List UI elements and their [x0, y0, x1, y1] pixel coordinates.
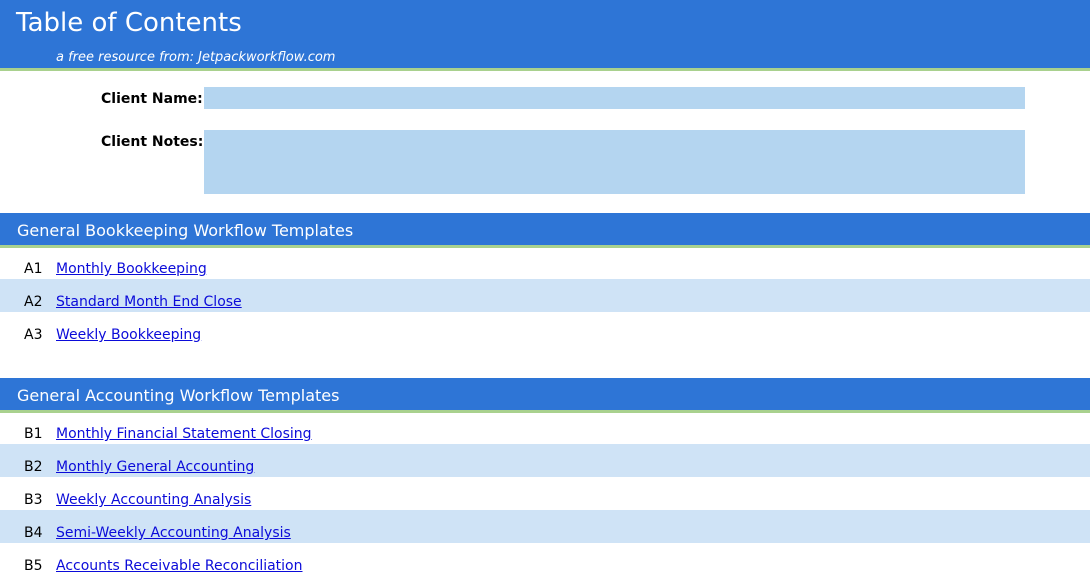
- section-header-bookkeeping: General Bookkeeping Workflow Templates: [0, 213, 1090, 248]
- table-row: A3 Weekly Bookkeeping: [0, 319, 1090, 352]
- table-row: B2 Monthly General Accounting: [0, 444, 1090, 477]
- table-row: A2 Standard Month End Close: [0, 279, 1090, 312]
- template-link[interactable]: Weekly Accounting Analysis: [56, 492, 251, 508]
- row-code: B3: [24, 492, 43, 508]
- table-row: B4 Semi-Weekly Accounting Analysis: [0, 510, 1090, 543]
- section-title: General Accounting Workflow Templates: [17, 386, 340, 405]
- row-code: A1: [24, 261, 43, 277]
- row-code: B1: [24, 426, 43, 442]
- row-code: A3: [24, 327, 43, 343]
- client-notes-label: Client Notes:: [101, 134, 204, 150]
- row-code: B4: [24, 525, 43, 541]
- page-header: Table of Contents a free resource from: …: [0, 0, 1090, 71]
- row-code: B2: [24, 459, 43, 475]
- template-link[interactable]: Standard Month End Close: [56, 294, 242, 310]
- page-subtitle: a free resource from: Jetpackworkflow.co…: [56, 50, 336, 65]
- template-link[interactable]: Monthly Financial Statement Closing: [56, 426, 312, 442]
- row-code: B5: [24, 558, 43, 574]
- page-title: Table of Contents: [16, 8, 242, 38]
- section-header-accounting: General Accounting Workflow Templates: [0, 378, 1090, 413]
- template-link[interactable]: Monthly General Accounting: [56, 459, 254, 475]
- section-title: General Bookkeeping Workflow Templates: [17, 221, 354, 240]
- row-code: A2: [24, 294, 43, 310]
- client-notes-field[interactable]: [204, 130, 1025, 194]
- table-row: B5 Accounts Receivable Reconciliation: [0, 541, 1090, 574]
- template-link[interactable]: Weekly Bookkeeping: [56, 327, 201, 343]
- client-name-label: Client Name:: [101, 91, 203, 107]
- template-link[interactable]: Accounts Receivable Reconciliation: [56, 558, 303, 574]
- client-name-field[interactable]: [204, 87, 1025, 109]
- template-link[interactable]: Monthly Bookkeeping: [56, 261, 207, 277]
- template-link[interactable]: Semi-Weekly Accounting Analysis: [56, 525, 291, 541]
